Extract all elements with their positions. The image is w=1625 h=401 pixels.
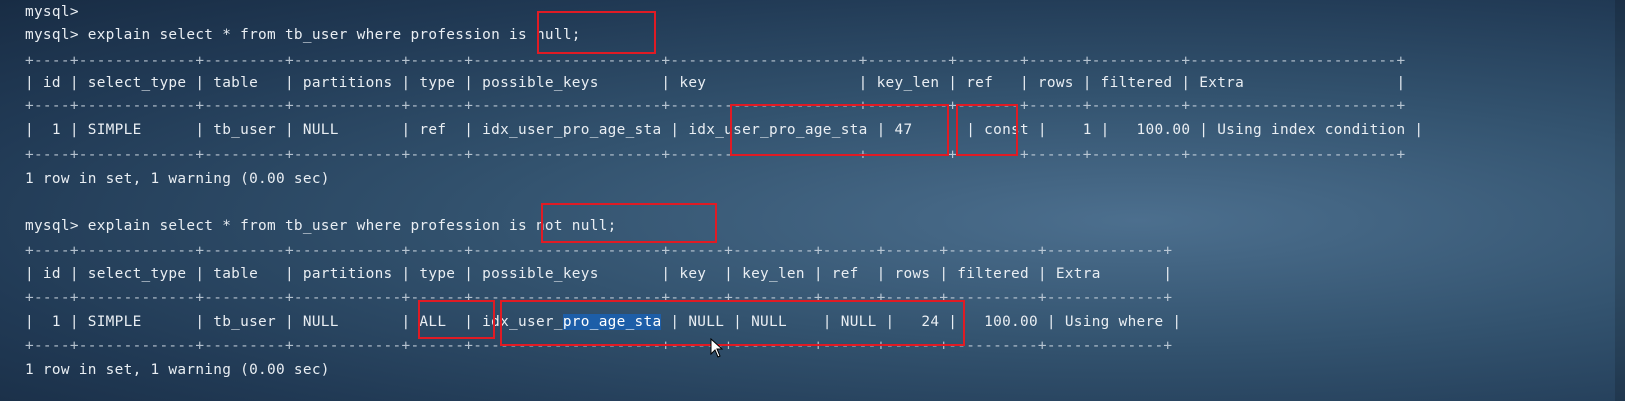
result-status-1: 1 row in set, 1 warning (0.00 sec) — [25, 171, 330, 187]
highlight-box-type-all — [418, 300, 495, 339]
table-header-1: | id | select_type | table | partitions … — [25, 75, 1406, 91]
table-border: +----+-------------+---------+----------… — [25, 98, 1406, 114]
table-header-2: | id | select_type | table | partitions … — [25, 266, 1173, 282]
prompt-line: mysql> — [25, 4, 79, 20]
highlight-box-is-null — [537, 11, 656, 54]
highlight-box-key — [730, 104, 949, 156]
query-line-2: mysql> explain select * from tb_user whe… — [25, 218, 617, 234]
result-status-2: 1 row in set, 1 warning (0.00 sec) — [25, 362, 330, 378]
query-line-1: mysql> explain select * from tb_user whe… — [25, 27, 581, 43]
terminal-window[interactable]: mysql> mysql> explain select * from tb_u… — [0, 0, 1625, 401]
highlight-box-keys-null — [500, 300, 965, 346]
scrollbar[interactable] — [1615, 0, 1625, 401]
mouse-pointer-icon — [710, 338, 724, 358]
table-border: +----+-------------+---------+----------… — [25, 243, 1173, 259]
table-row-1: | 1 | SIMPLE | tb_user | NULL | ref | id… — [25, 122, 1424, 138]
highlight-box-key-len — [956, 104, 1018, 156]
highlight-box-is-not-null — [541, 203, 717, 243]
table-border: +----+-------------+---------+----------… — [25, 53, 1406, 69]
table-border: +----+-------------+---------+----------… — [25, 147, 1406, 163]
